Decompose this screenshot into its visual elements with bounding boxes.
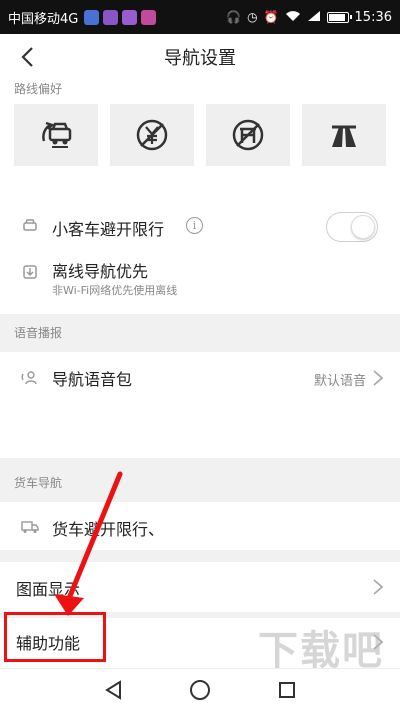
avoid-toll-icon <box>136 119 168 151</box>
route-preference-options <box>14 104 386 174</box>
home-circle-icon[interactable] <box>186 676 214 704</box>
voice-pack-row[interactable]: 导航语音包 默认语音 <box>0 356 400 400</box>
alarm-icon: ⏰ <box>263 10 279 24</box>
chevron-right-icon <box>372 369 384 387</box>
status-time: 15:36 <box>354 9 392 25</box>
notification-icons <box>84 9 157 25</box>
watermark-logo: 下载吧 <box>258 628 384 674</box>
toggle-knob <box>351 215 375 239</box>
car-icon <box>20 216 40 236</box>
no-highway-icon <box>232 119 264 151</box>
battery-icon <box>326 11 352 23</box>
carrier-label: 中国移动4G <box>8 11 79 27</box>
system-nav-bar <box>0 668 400 711</box>
app-notification-icon <box>103 9 119 25</box>
voice-section-label: 语音播报 <box>14 326 63 340</box>
app-notification-icon <box>84 9 100 25</box>
app-notification-icon <box>122 9 138 25</box>
clock-icon: ◷ <box>247 10 258 24</box>
voice-pack-value: 默认语音 <box>313 374 366 389</box>
car-restriction-label: 小客车避开限行 <box>52 220 165 239</box>
voice-wave-icon <box>20 368 40 388</box>
offline-nav-row[interactable]: 离线导航优先 非Wi-Fi网络优先使用离线 <box>0 252 400 302</box>
wifi-icon <box>285 10 301 24</box>
app-notification-icon <box>141 9 157 25</box>
highway-priority-icon <box>332 125 356 147</box>
avoid-toll-option[interactable] <box>110 104 194 166</box>
offline-nav-sub: 非Wi-Fi网络优先使用离线 <box>52 284 178 297</box>
back-triangle-icon[interactable] <box>99 676 127 704</box>
download-icon <box>20 262 40 282</box>
offline-nav-label: 离线导航优先 <box>52 262 149 281</box>
highway-priority-option[interactable] <box>302 104 386 166</box>
route-preference-label: 路线偏好 <box>14 82 63 96</box>
no-highway-option[interactable] <box>206 104 290 166</box>
voice-pack-label: 导航语音包 <box>52 370 133 389</box>
info-icon[interactable]: i <box>186 217 203 234</box>
page-title: 导航设置 <box>164 48 236 69</box>
status-bar: 中国移动4G 🎧 ◷ ⏰ 15:36 <box>0 0 400 34</box>
avoid-congestion-icon <box>42 121 72 148</box>
signal-icon <box>307 10 321 24</box>
car-restriction-toggle[interactable] <box>326 212 378 242</box>
headphones-icon: 🎧 <box>226 10 242 24</box>
chevron-left-icon[interactable] <box>12 42 42 72</box>
app-header: 导航设置 <box>0 34 400 80</box>
chevron-right-icon <box>372 578 384 596</box>
avoid-congestion-option[interactable] <box>14 104 98 166</box>
truck-icon <box>20 517 40 537</box>
red-arrow-annotation <box>54 471 123 616</box>
recent-apps-icon[interactable] <box>273 676 301 704</box>
